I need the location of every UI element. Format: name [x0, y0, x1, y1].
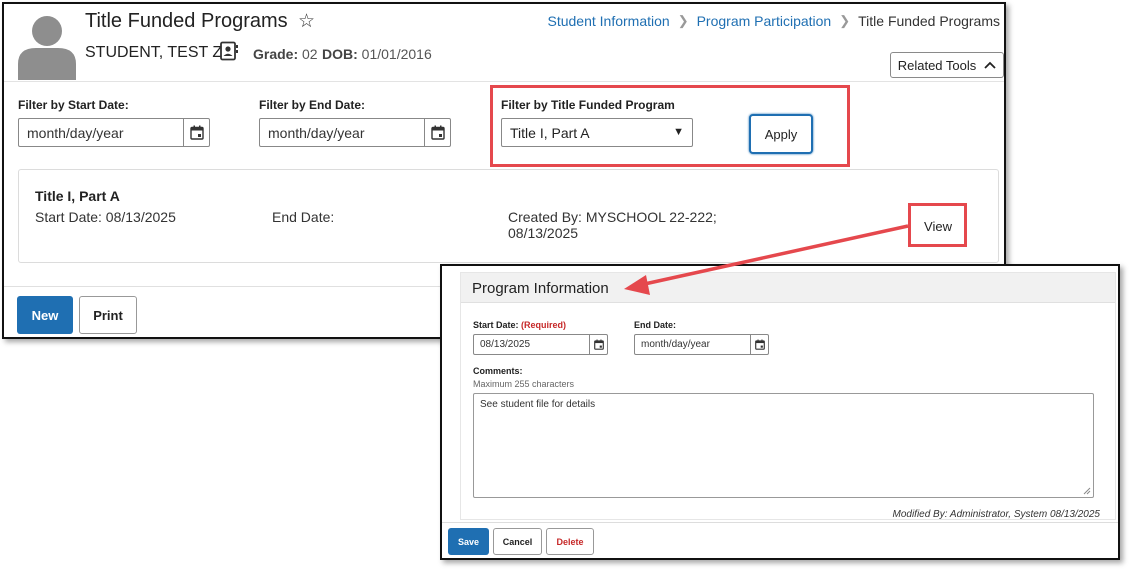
comments-label: Comments: [473, 366, 523, 376]
dob-label: DOB: [322, 46, 358, 62]
required-indicator: (Required) [521, 320, 567, 330]
contact-card-icon[interactable] [219, 41, 239, 61]
panel-title: Program Information [472, 280, 609, 297]
student-name: STUDENT, TEST Z [85, 44, 223, 61]
end-date-input[interactable]: month/day/year [634, 334, 769, 355]
chevron-right-icon: ❯ [839, 13, 851, 28]
end-date-label: End Date: [634, 320, 677, 330]
start-date-label: Start Date: (Required) [473, 320, 566, 330]
program-record-start: Start Date: 08/13/2025 [35, 209, 176, 225]
comments-value: See student file for details [480, 399, 596, 410]
delete-button[interactable]: Delete [546, 528, 594, 555]
breadcrumb-student-information[interactable]: Student Information [548, 13, 670, 29]
filter-start-label: Filter by Start Date: [18, 98, 129, 112]
filter-start-date-input[interactable]: month/day/year [18, 118, 210, 147]
dob-info: DOB: 01/01/2016 [322, 46, 432, 62]
dob-value: 01/01/2016 [361, 46, 432, 62]
breadcrumb: Student Information ❯ Program Participat… [548, 13, 1001, 29]
comments-textarea[interactable]: See student file for details [473, 393, 1094, 498]
filter-start-placeholder: month/day/year [27, 125, 124, 141]
favorite-star-icon[interactable]: ☆ [298, 10, 315, 33]
filter-end-placeholder: month/day/year [268, 125, 365, 141]
program-record-end: End Date: [272, 209, 335, 225]
calendar-icon[interactable] [424, 119, 450, 146]
page-header: Title Funded Programs ☆ STUDENT, TEST Z … [4, 4, 1004, 82]
comments-hint: Maximum 255 characters [473, 379, 575, 389]
program-information-panel: Program Information Start Date: (Require… [440, 264, 1120, 560]
chevron-right-icon: ❯ [677, 13, 689, 28]
program-information-form: Program Information Start Date: (Require… [460, 272, 1116, 520]
filter-end-label: Filter by End Date: [259, 98, 366, 112]
grade-info: Grade: 02 [253, 46, 318, 62]
grade-label: Grade: [253, 46, 299, 62]
callout-highlight-view [908, 203, 967, 247]
resize-grip-icon[interactable] [1082, 486, 1091, 495]
calendar-icon[interactable] [750, 335, 768, 354]
start-date-label-text: Start Date: [473, 320, 519, 330]
calendar-icon[interactable] [183, 119, 209, 146]
end-date-placeholder: month/day/year [641, 339, 710, 350]
program-record-card: Title I, Part A Start Date: 08/13/2025 E… [18, 169, 999, 263]
callout-highlight-filter [490, 85, 850, 167]
page-title: Title Funded Programs [85, 10, 288, 32]
related-tools-label: Related Tools [897, 57, 977, 73]
program-record-created-date: 08/13/2025 [508, 225, 579, 241]
start-date-input[interactable]: 08/13/2025 [473, 334, 608, 355]
start-date-value: 08/13/2025 [480, 339, 531, 350]
breadcrumb-current: Title Funded Programs [858, 13, 1000, 29]
chevron-up-icon [984, 61, 996, 69]
program-record-title: Title I, Part A [35, 188, 120, 204]
panel-action-bar [442, 522, 1118, 558]
calendar-icon[interactable] [589, 335, 607, 354]
panel-header: Program Information [461, 273, 1115, 303]
save-button[interactable]: Save [448, 528, 489, 555]
grade-value: 02 [302, 46, 318, 62]
program-record-created: Created By: MYSCHOOL 22-222; [508, 209, 717, 225]
print-button[interactable]: Print [79, 296, 137, 334]
new-button[interactable]: New [17, 296, 73, 334]
filter-end-date-input[interactable]: month/day/year [259, 118, 451, 147]
modified-by-text: Modified By: Administrator, System 08/13… [892, 509, 1100, 520]
user-avatar-icon [18, 16, 76, 80]
related-tools-button[interactable]: Related Tools [890, 52, 1004, 78]
cancel-button[interactable]: Cancel [493, 528, 542, 555]
breadcrumb-program-participation[interactable]: Program Participation [697, 13, 832, 29]
